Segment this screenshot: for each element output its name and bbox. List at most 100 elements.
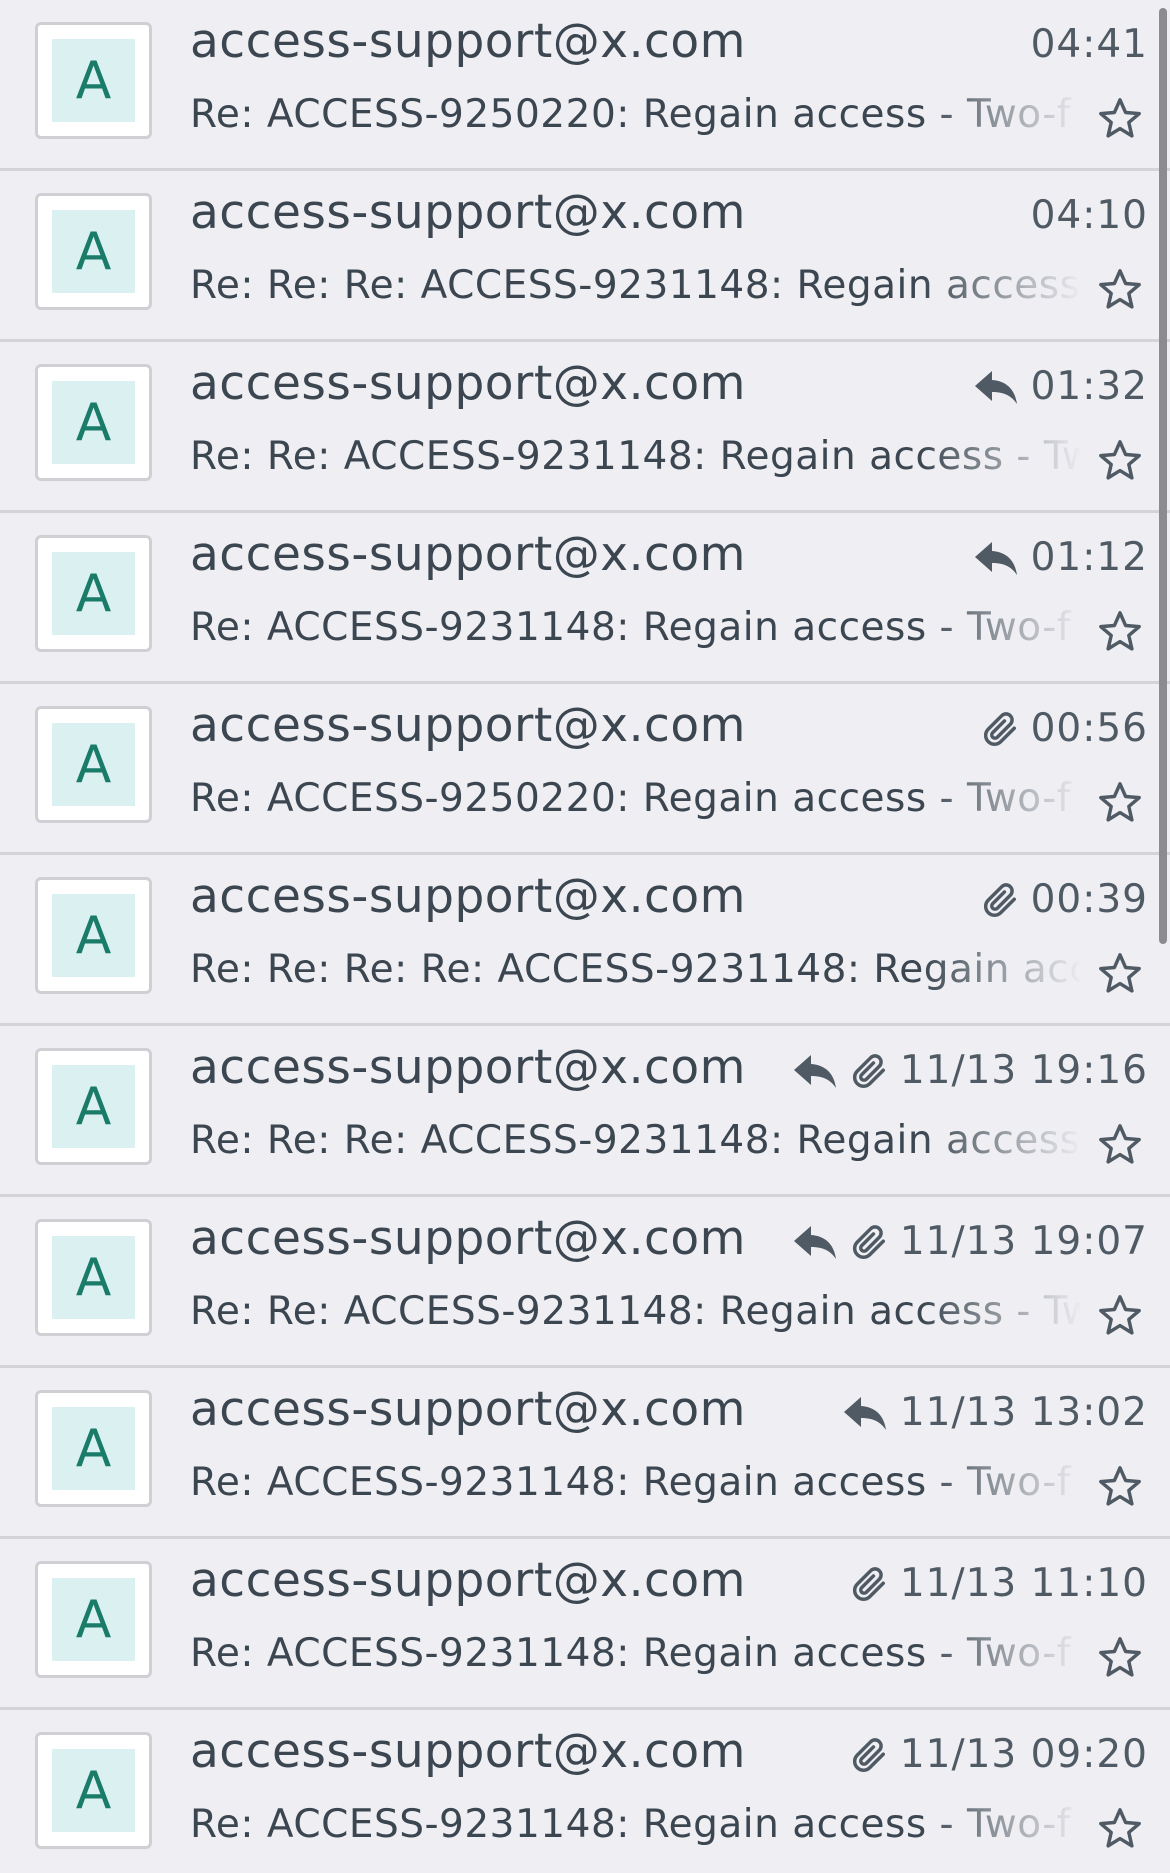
subject: Re: ACCESS-9231148: Regain access - Two-… — [190, 1631, 1072, 1676]
star-icon[interactable] — [1097, 438, 1143, 484]
avatar: A — [35, 1732, 152, 1849]
star-icon[interactable] — [1097, 609, 1143, 655]
avatar: A — [35, 1390, 152, 1507]
message-meta: 01:32 — [973, 364, 1148, 409]
message-row[interactable]: A access-support@x.com 11/13 09:20 Re: A… — [0, 1710, 1170, 1873]
avatar: A — [35, 364, 152, 481]
time: 11/13 19:16 — [899, 1048, 1148, 1093]
message-row[interactable]: A access-support@x.com 04:41 Re: ACCESS-… — [0, 0, 1170, 171]
star-icon[interactable] — [1097, 1293, 1143, 1339]
message-row[interactable]: A access-support@x.com 11/13 19:16 Re: R… — [0, 1026, 1170, 1197]
sender: access-support@x.com — [190, 1211, 746, 1266]
sender: access-support@x.com — [190, 185, 746, 240]
avatar-letter: A — [52, 1065, 135, 1148]
subject: Re: Re: Re: ACCESS-9231148: Regain acces… — [190, 1118, 1081, 1163]
paperclip-icon — [852, 1566, 885, 1601]
avatar-letter: A — [52, 210, 135, 293]
avatar-letter: A — [52, 39, 135, 122]
message-row[interactable]: A access-support@x.com 11/13 11:10 Re: A… — [0, 1539, 1170, 1710]
subject: Re: Re: Re: Re: ACCESS-9231148: Regain a… — [190, 947, 1082, 992]
message-meta: 01:12 — [973, 535, 1148, 580]
message-list: A access-support@x.com 04:41 Re: ACCESS-… — [0, 0, 1170, 1873]
sender: access-support@x.com — [190, 14, 746, 69]
subject: Re: Re: ACCESS-9231148: Regain access - … — [190, 1289, 1082, 1334]
star-icon[interactable] — [1097, 1464, 1143, 1510]
paperclip-icon — [983, 711, 1016, 746]
message-meta: 11/13 13:02 — [842, 1390, 1148, 1435]
avatar-letter: A — [52, 1578, 135, 1661]
star-icon[interactable] — [1097, 267, 1143, 313]
message-meta: 00:39 — [981, 877, 1148, 922]
reply-icon — [843, 1396, 886, 1430]
sender: access-support@x.com — [190, 1724, 746, 1779]
message-row[interactable]: A access-support@x.com 00:39 Re: Re: Re:… — [0, 855, 1170, 1026]
paperclip-icon — [852, 1224, 885, 1259]
sender: access-support@x.com — [190, 1382, 746, 1437]
message-row[interactable]: A access-support@x.com 01:32 Re: Re: ACC… — [0, 342, 1170, 513]
message-row[interactable]: A access-support@x.com 00:56 Re: ACCESS-… — [0, 684, 1170, 855]
avatar: A — [35, 535, 152, 652]
time: 11/13 11:10 — [899, 1561, 1148, 1606]
message-meta: 11/13 19:07 — [792, 1219, 1148, 1264]
star-icon[interactable] — [1097, 1122, 1143, 1168]
subject: Re: ACCESS-9231148: Regain access - Two-… — [190, 1802, 1072, 1847]
time: 11/13 09:20 — [899, 1732, 1148, 1777]
subject: Re: ACCESS-9231148: Regain access - Two-… — [190, 605, 1072, 650]
sender: access-support@x.com — [190, 869, 746, 924]
reply-icon — [793, 1054, 836, 1088]
time: 01:12 — [1030, 535, 1148, 580]
sender: access-support@x.com — [190, 527, 746, 582]
subject: Re: ACCESS-9250220: Regain access - Two-… — [190, 776, 1072, 821]
avatar: A — [35, 22, 152, 139]
time: 04:41 — [1030, 22, 1148, 67]
avatar-letter: A — [52, 1407, 135, 1490]
time: 04:10 — [1030, 193, 1148, 238]
time: 00:56 — [1030, 706, 1148, 751]
star-icon[interactable] — [1097, 1806, 1143, 1852]
paperclip-icon — [983, 882, 1016, 917]
subject: Re: Re: Re: ACCESS-9231148: Regain acces… — [190, 263, 1081, 308]
avatar-letter: A — [52, 723, 135, 806]
avatar-letter: A — [52, 1236, 135, 1319]
message-meta: 04:41 — [1031, 22, 1148, 67]
star-icon[interactable] — [1097, 780, 1143, 826]
avatar: A — [35, 1561, 152, 1678]
message-row[interactable]: A access-support@x.com 04:10 Re: Re: Re:… — [0, 171, 1170, 342]
paperclip-icon — [852, 1737, 885, 1772]
time: 11/13 13:02 — [899, 1390, 1148, 1435]
star-icon[interactable] — [1097, 951, 1143, 997]
star-icon[interactable] — [1097, 1635, 1143, 1681]
reply-icon — [974, 370, 1017, 404]
sender: access-support@x.com — [190, 356, 746, 411]
avatar-letter: A — [52, 381, 135, 464]
time: 01:32 — [1030, 364, 1148, 409]
paperclip-icon — [852, 1053, 885, 1088]
message-row[interactable]: A access-support@x.com 01:12 Re: ACCESS-… — [0, 513, 1170, 684]
avatar: A — [35, 877, 152, 994]
scrollbar[interactable] — [1159, 8, 1167, 944]
reply-icon — [974, 541, 1017, 575]
avatar: A — [35, 1048, 152, 1165]
avatar-letter: A — [52, 1749, 135, 1832]
message-meta: 11/13 09:20 — [850, 1732, 1148, 1777]
sender: access-support@x.com — [190, 1040, 746, 1095]
subject: Re: ACCESS-9231148: Regain access - Two-… — [190, 1460, 1072, 1505]
sender: access-support@x.com — [190, 1553, 746, 1608]
message-row[interactable]: A access-support@x.com 11/13 13:02 Re: A… — [0, 1368, 1170, 1539]
sender: access-support@x.com — [190, 698, 746, 753]
message-meta: 11/13 19:16 — [792, 1048, 1148, 1093]
message-meta: 11/13 11:10 — [850, 1561, 1148, 1606]
subject: Re: ACCESS-9250220: Regain access - Two-… — [190, 92, 1072, 137]
avatar: A — [35, 706, 152, 823]
star-icon[interactable] — [1097, 96, 1143, 142]
avatar-letter: A — [52, 894, 135, 977]
time: 00:39 — [1030, 877, 1148, 922]
avatar: A — [35, 1219, 152, 1336]
subject: Re: Re: ACCESS-9231148: Regain access - … — [190, 434, 1082, 479]
message-row[interactable]: A access-support@x.com 11/13 19:07 Re: R… — [0, 1197, 1170, 1368]
avatar-letter: A — [52, 552, 135, 635]
reply-icon — [793, 1225, 836, 1259]
time: 11/13 19:07 — [899, 1219, 1148, 1264]
message-meta: 00:56 — [981, 706, 1148, 751]
avatar: A — [35, 193, 152, 310]
